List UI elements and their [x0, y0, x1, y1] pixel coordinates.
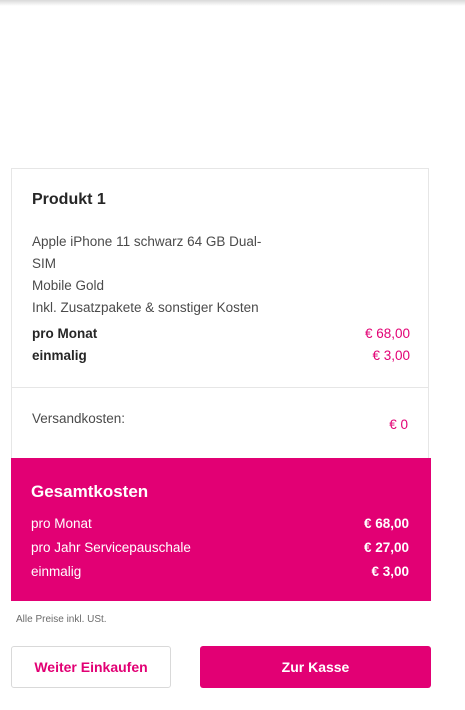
product-monthly-label: pro Monat: [32, 326, 98, 341]
product-once-label: einmalig: [32, 348, 87, 363]
cart-summary-card: Produkt 1 Apple iPhone 11 schwarz 64 GB …: [11, 168, 431, 601]
product-description: Apple iPhone 11 schwarz 64 GB Dual- SIM …: [32, 231, 272, 319]
total-row-value: € 3,00: [371, 564, 409, 579]
checkout-button[interactable]: Zur Kasse: [200, 646, 431, 688]
total-row-yearly: pro Jahr Servicepauschale € 27,00: [31, 537, 409, 559]
total-row-label: pro Monat: [31, 516, 92, 531]
continue-shopping-button[interactable]: Weiter Einkaufen: [11, 646, 171, 688]
total-row-once: einmalig € 3,00: [31, 561, 409, 583]
product-title: Produkt 1: [32, 191, 106, 208]
total-row-label: einmalig: [31, 564, 82, 579]
total-costs-title: Gesamtkosten: [31, 482, 149, 501]
total-row-monthly: pro Monat € 68,00: [31, 513, 409, 535]
divider: [12, 387, 428, 388]
product-monthly-row: pro Monat € 68,00: [32, 323, 410, 345]
product-once-value: € 3,00: [372, 348, 410, 363]
included-costs-note: Inkl. Zusatzpakete & sonstiger Kosten: [32, 300, 259, 315]
product-name-line-2: SIM: [32, 256, 57, 271]
vat-note: Alle Preise inkl. USt.: [16, 614, 107, 625]
tariff-name: Mobile Gold: [32, 278, 105, 293]
header-shadow: [0, 0, 465, 6]
shipping-value: € 0: [389, 417, 408, 432]
total-row-value: € 27,00: [363, 540, 409, 555]
total-row-label: pro Jahr Servicepauschale: [31, 540, 191, 555]
shipping-label: Versandkosten:: [32, 411, 126, 426]
product-monthly-value: € 68,00: [364, 326, 410, 341]
total-row-value: € 68,00: [363, 516, 409, 531]
product-name-line-1: Apple iPhone 11 schwarz 64 GB Dual-: [32, 234, 262, 249]
product-once-row: einmalig € 3,00: [32, 345, 410, 367]
total-costs-panel: Gesamtkosten pro Monat € 68,00 pro Jahr …: [11, 458, 431, 601]
